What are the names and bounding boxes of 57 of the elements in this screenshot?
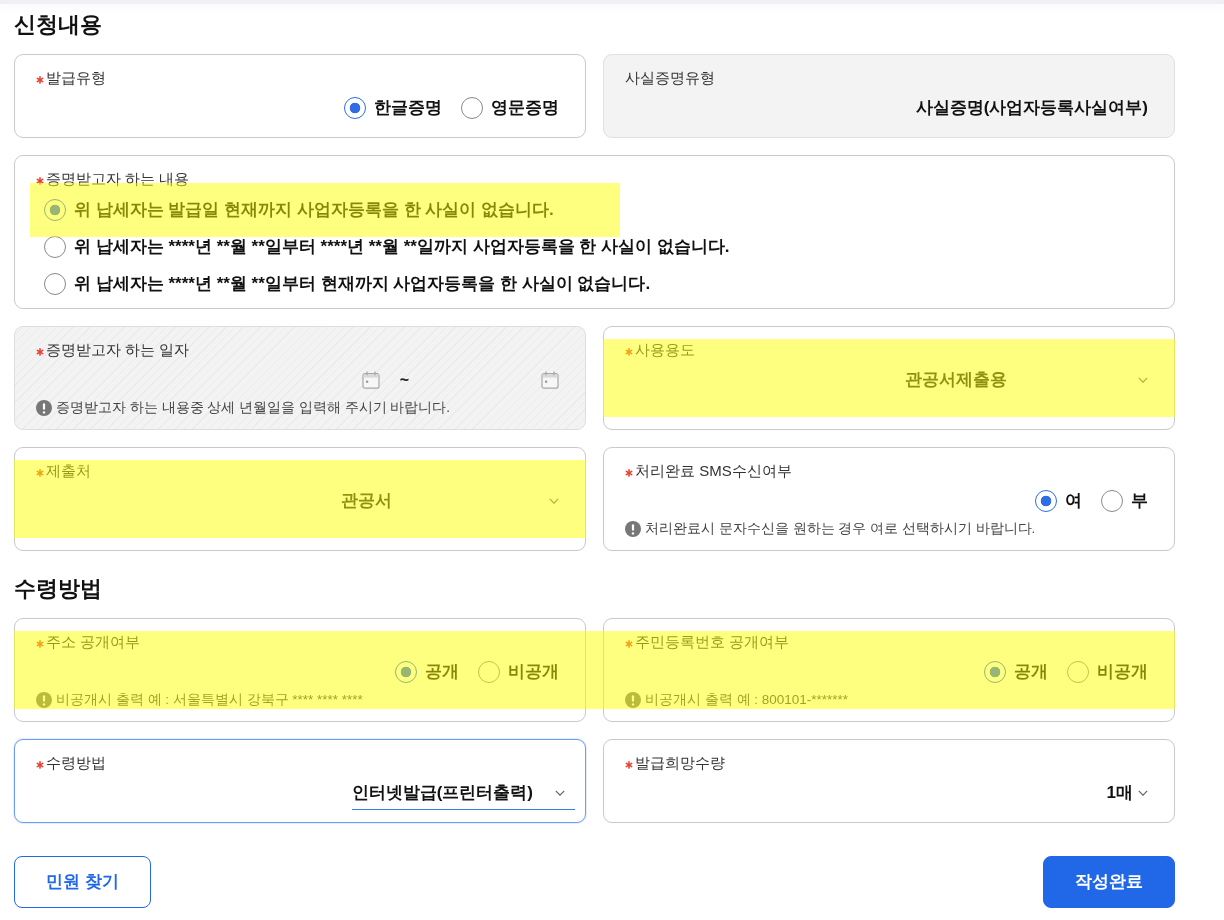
field-value: 사실증명(사업자등록사실여부) [915,97,1148,119]
option-label[interactable]: 여 [1065,489,1082,513]
exclamation-icon [36,692,52,708]
field-label: 발급유형 [46,68,106,88]
field-label: 증명받고자 하는 내용 [46,169,190,189]
dropdown[interactable]: 관공서제출용 [763,368,1148,392]
field-label: 사용용도 [635,340,695,360]
dropdown[interactable]: 1매 [1106,781,1148,805]
option-label[interactable]: 위 납세자는 발급일 현재까지 사업자등록을 한 사실이 없습니다. [74,197,554,222]
dropdown[interactable]: 인터넷발급(프린터출력) [351,781,575,810]
radio-button[interactable] [395,661,417,683]
radio-button[interactable] [344,97,366,119]
submit-button[interactable]: 작성완료 [1043,856,1175,908]
find-button[interactable]: 민원 찾기 [14,856,151,908]
radio-button[interactable] [44,198,66,221]
range-separator: ~ [399,370,409,390]
section-heading: 수령방법 [14,575,103,603]
radio-button[interactable] [478,661,500,683]
option-label[interactable]: 위 납세자는 ****년 **월 **일부터 ****년 **월 **일까지 사업자등록을 한 사실이 없습니다. [74,234,730,259]
radio-button[interactable] [1067,661,1089,683]
field-label: 주소 공개여부 [46,632,141,652]
hint-text: 비공개시 출력 예 : 800101-******* [645,691,849,709]
option-label[interactable]: 비공개 [1097,660,1148,684]
option-label[interactable]: 부 [1131,489,1148,513]
exclamation-icon [625,692,641,708]
chevron-down-icon [549,498,559,504]
exclamation-icon [36,400,52,416]
option-label[interactable]: 한글증명 [374,96,442,120]
calendar-icon [541,371,559,389]
option-label[interactable]: 영문증명 [491,96,559,120]
option-label[interactable]: 위 납세자는 ****년 **월 **일부터 현재까지 사업자등록을 한 사실이 없습니다. [74,271,651,296]
chevron-down-icon [1138,790,1148,796]
option-label[interactable]: 공개 [425,660,459,684]
option-label[interactable]: 공개 [1014,660,1048,684]
hint-text: 처리완료시 문자수신을 원하는 경우 여로 선택하시기 바랍니다. [645,520,1036,538]
radio-button[interactable] [1035,490,1057,512]
field-label: 수령방법 [46,753,106,773]
field-label: 증명받고자 하는 일자 [46,340,190,360]
option-label[interactable]: 비공개 [508,660,559,684]
exclamation-icon [625,521,641,537]
radio-button[interactable] [44,235,66,258]
hint-text: 증명받고자 하는 내용중 상세 년월일을 입력해 주시기 바랍니다. [56,399,450,417]
dropdown[interactable]: 관공서 [174,489,559,513]
field-label: 발급희망수량 [635,753,725,773]
radio-button[interactable] [1101,490,1123,512]
field-label: 제출처 [46,461,91,481]
calendar-icon [361,371,380,389]
radio-button[interactable] [44,272,66,295]
section-heading: 신청내용 [14,11,103,39]
chevron-down-icon [555,790,565,796]
field-label: 처리완료 SMS수신여부 [635,461,792,481]
radio-button[interactable] [461,97,483,119]
hint-text: 비공개시 출력 예 : 서울특별시 강북구 **** **** **** [56,691,363,709]
chevron-down-icon [1138,377,1148,383]
field-label: 주민등록번호 공개여부 [635,632,790,652]
field-label: 사실증명유형 [625,68,715,88]
radio-button[interactable] [984,661,1006,683]
